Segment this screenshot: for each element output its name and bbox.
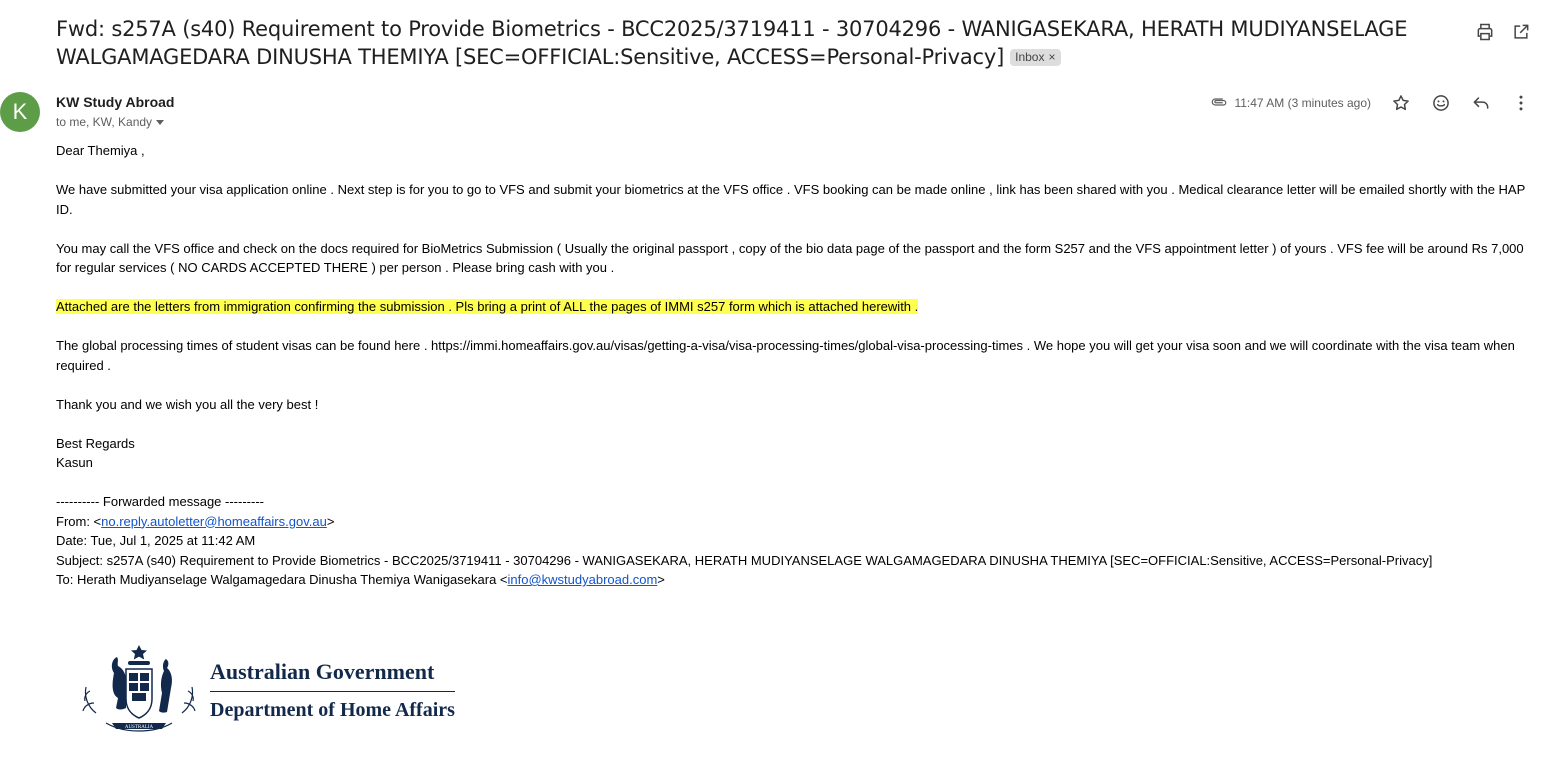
paragraph-vfs: You may call the VFS office and check on… xyxy=(56,240,1524,276)
greeting: Dear Themiya , xyxy=(56,143,145,158)
signoff: Best Regards xyxy=(56,435,135,451)
paragraph-processing-times: The global processing times of student v… xyxy=(56,338,1515,373)
to-email-link[interactable]: info@kwstudyabroad.com xyxy=(508,572,658,587)
coat-of-arms-icon: AUSTRALIA xyxy=(82,645,196,732)
reply-button[interactable] xyxy=(1469,91,1493,115)
australian-government-logo: AUSTRALIA Australian Government Departme… xyxy=(76,643,455,739)
emoji-reaction-icon xyxy=(1433,95,1449,111)
forwarded-message-header: ---------- Forwarded message --------- F… xyxy=(56,492,1534,590)
avatar-initial: K xyxy=(12,99,28,124)
sender-name[interactable]: KW Study Abroad xyxy=(56,94,174,110)
more-vertical-icon xyxy=(1519,95,1523,111)
paragraph-thanks: Thank you and we wish you all the very b… xyxy=(56,396,319,412)
open-in-new-window-button[interactable] xyxy=(1509,20,1533,44)
logo-line-government: Australian Government xyxy=(210,659,455,692)
message-time: 11:47 AM (3 minutes ago) xyxy=(1210,93,1371,114)
star-icon xyxy=(1393,95,1409,111)
time-text: 11:47 AM (3 minutes ago) xyxy=(1234,96,1371,110)
from-email-link[interactable]: no.reply.autoletter@homeaffairs.gov.au xyxy=(101,514,327,529)
paragraph-submission: We have submitted your visa application … xyxy=(56,182,1526,217)
inbox-label-text: Inbox xyxy=(1015,50,1045,64)
sender-avatar[interactable]: K xyxy=(0,92,40,132)
signature: Kasun xyxy=(56,455,93,470)
forwarded-date: Date: Tue, Jul 1, 2025 at 11:42 AM xyxy=(56,533,256,548)
recipients-line: to me, KW, Kandy xyxy=(56,115,165,129)
thread-actions xyxy=(1473,20,1533,44)
printer-icon xyxy=(1477,23,1493,41)
show-details-dropdown-icon[interactable] xyxy=(156,119,165,125)
message-actions: 11:47 AM (3 minutes ago) xyxy=(1210,91,1533,115)
recipients-text: to me, KW, Kandy xyxy=(56,115,153,129)
highlighted-paragraph: Attached are the letters from immigratio… xyxy=(56,299,919,314)
forwarded-subject: Subject: s257A (s40) Requirement to Prov… xyxy=(56,552,1433,568)
star-button[interactable] xyxy=(1389,91,1413,115)
inbox-label-chip[interactable]: Inbox × xyxy=(1010,49,1061,66)
message-body: Dear Themiya , We have submitted your vi… xyxy=(56,141,1534,590)
email-subject: Fwd: s257A (s40) Requirement to Provide … xyxy=(56,15,1416,71)
paperclip-icon xyxy=(1210,93,1228,114)
subject-text: Fwd: s257A (s40) Requirement to Provide … xyxy=(56,17,1408,69)
logo-line-department: Department of Home Affairs xyxy=(210,699,455,721)
forwarded-divider: ---------- Forwarded message --------- xyxy=(56,494,264,509)
forwarded-from: From: <no.reply.autoletter@homeaffairs.g… xyxy=(56,513,335,529)
print-all-button[interactable] xyxy=(1473,20,1497,44)
crest-ribbon-text: AUSTRALIA xyxy=(125,725,154,730)
more-options-button[interactable] xyxy=(1509,91,1533,115)
emoji-react-button[interactable] xyxy=(1429,91,1453,115)
forwarded-to: To: Herath Mudiyanselage Walgamagedara D… xyxy=(56,572,665,587)
remove-label-icon[interactable]: × xyxy=(1048,50,1055,64)
reply-icon xyxy=(1473,97,1489,109)
open-in-new-window-icon xyxy=(1514,24,1529,39)
logo-wordmark: Australian Government Department of Home… xyxy=(210,659,455,723)
